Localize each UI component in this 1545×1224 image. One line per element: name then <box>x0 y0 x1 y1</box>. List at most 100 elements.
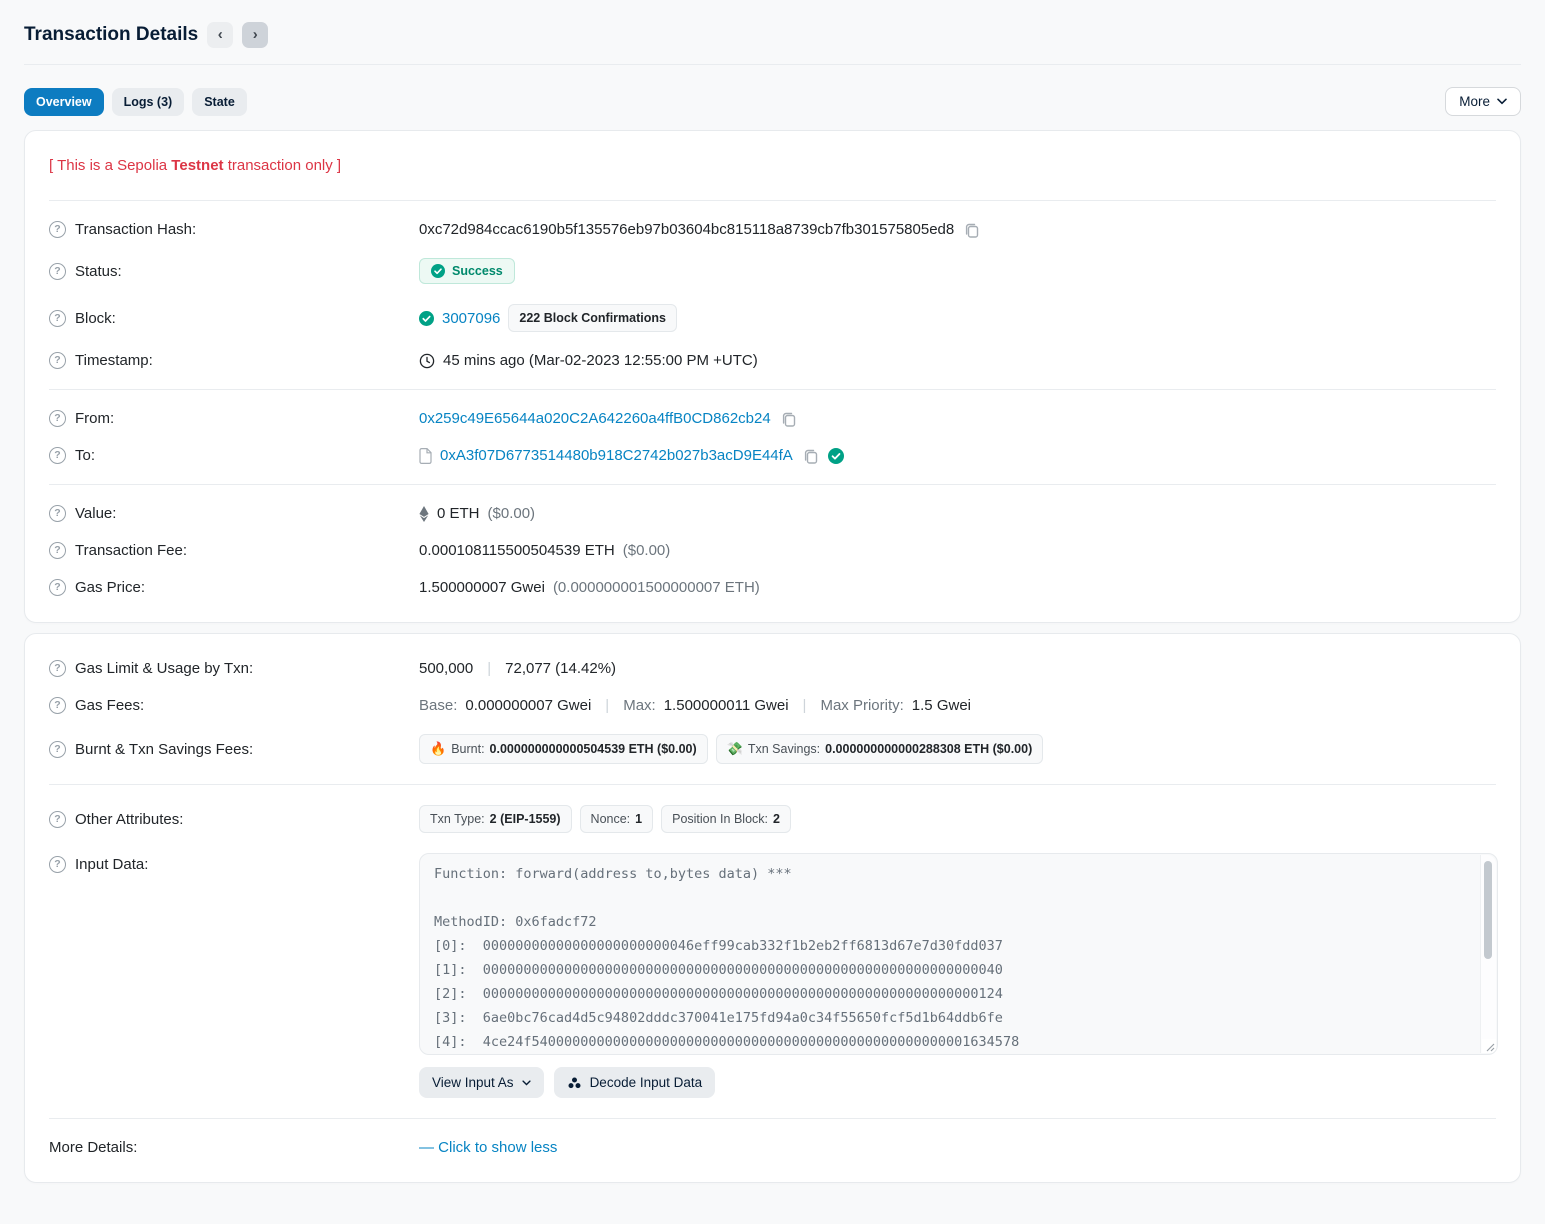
help-icon[interactable]: ? <box>49 811 66 828</box>
tabs-row: Overview Logs (3) State More <box>24 87 1521 116</box>
gas-price-eth: (0.000000001500000007 ETH) <box>553 579 760 596</box>
resize-handle-icon[interactable] <box>1482 1039 1496 1053</box>
copy-icon <box>964 222 979 238</box>
burnt-fees-label: Burnt & Txn Savings Fees: <box>75 741 253 758</box>
gas-fees-row: ? Gas Fees: Base: 0.000000007 Gwei | Max… <box>49 687 1496 724</box>
burnt-fees-row: ? Burnt & Txn Savings Fees: 🔥 Burnt: 0.0… <box>49 724 1496 774</box>
to-label-group: ? To: <box>49 447 419 464</box>
block-label-group: ? Block: <box>49 310 419 327</box>
block-row: ? Block: 3007096 222 Block Confirmations <box>49 294 1496 342</box>
timestamp-label: Timestamp: <box>75 352 153 369</box>
transaction-fee-row: ? Transaction Fee: 0.000108115500504539 … <box>49 532 1496 569</box>
check-circle-icon <box>431 264 445 278</box>
transaction-hash-value: 0xc72d984ccac6190b5f135576eb97b03604bc81… <box>419 221 954 238</box>
to-address-link[interactable]: 0xA3f07D6773514480b918C2742b027b3acD9E44… <box>440 447 793 464</box>
show-less-link[interactable]: — Click to show less <box>419 1139 557 1156</box>
input-data-actions: View Input As Decode Input Data <box>419 1067 1498 1098</box>
gas-limit-label: Gas Limit & Usage by Txn: <box>75 660 253 677</box>
copy-icon <box>803 448 818 464</box>
help-icon[interactable]: ? <box>49 741 66 758</box>
tab-state[interactable]: State <box>192 88 247 116</box>
status-label-group: ? Status: <box>49 263 419 280</box>
from-address-link[interactable]: 0x259c49E65644a020C2A642260a4ffB0CD862cb… <box>419 410 771 427</box>
divider <box>49 200 1496 201</box>
prev-transaction-button[interactable]: ‹ <box>207 22 233 48</box>
help-icon[interactable]: ? <box>49 856 66 873</box>
input-data-content: Function: forward(address to,bytes data)… <box>420 854 1497 1055</box>
help-icon[interactable]: ? <box>49 542 66 559</box>
help-icon[interactable]: ? <box>49 505 66 522</box>
gas-fees-label-group: ? Gas Fees: <box>49 697 419 714</box>
divider <box>49 389 1496 390</box>
txn-savings-badge: 💸 Txn Savings: 0.000000000000288308 ETH … <box>716 734 1044 764</box>
transaction-fee-amount: 0.000108115500504539 ETH <box>419 542 615 559</box>
transaction-fee-usd: ($0.00) <box>623 542 671 559</box>
status-badge: Success <box>419 258 515 284</box>
contract-file-icon <box>419 448 432 464</box>
block-label: Block: <box>75 310 116 327</box>
tab-logs[interactable]: Logs (3) <box>112 88 185 116</box>
fire-icon: 🔥 <box>430 741 446 757</box>
help-icon[interactable]: ? <box>49 352 66 369</box>
transaction-hash-label: Transaction Hash: <box>75 221 196 238</box>
status-row: ? Status: Success <box>49 248 1496 294</box>
copy-hash-button[interactable] <box>962 222 981 238</box>
position-in-block-badge: Position In Block: 2 <box>661 805 791 833</box>
help-icon[interactable]: ? <box>49 410 66 427</box>
gas-limit-label-group: ? Gas Limit & Usage by Txn: <box>49 660 419 677</box>
block-number-link[interactable]: 3007096 <box>442 310 500 327</box>
block-confirmations-badge: 222 Block Confirmations <box>508 304 677 332</box>
details-card: ? Gas Limit & Usage by Txn: 500,000 | 72… <box>24 633 1521 1183</box>
copy-from-address-button[interactable] <box>779 411 798 427</box>
to-label: To: <box>75 447 95 464</box>
scrollbar-track[interactable] <box>1480 855 1496 1053</box>
copy-icon <box>781 411 796 427</box>
help-icon[interactable]: ? <box>49 221 66 238</box>
view-input-as-button[interactable]: View Input As <box>419 1067 544 1098</box>
help-icon[interactable]: ? <box>49 310 66 327</box>
value-amount: 0 ETH <box>437 505 480 522</box>
max-priority-fee-label: Max Priority: <box>820 697 903 714</box>
other-attributes-row: ? Other Attributes: Txn Type: 2 (EIP-155… <box>49 795 1496 843</box>
transaction-hash-row: ? Transaction Hash: 0xc72d984ccac6190b5f… <box>49 211 1496 248</box>
tab-overview[interactable]: Overview <box>24 88 104 116</box>
more-label: More <box>1459 94 1490 109</box>
burnt-fees-label-group: ? Burnt & Txn Savings Fees: <box>49 741 419 758</box>
help-icon[interactable]: ? <box>49 579 66 596</box>
input-data-textarea[interactable]: Function: forward(address to,bytes data)… <box>419 853 1498 1055</box>
max-fee-label: Max: <box>623 697 656 714</box>
verified-check-icon <box>828 448 844 464</box>
from-row: ? From: 0x259c49E65644a020C2A642260a4ffB… <box>49 400 1496 437</box>
testnet-notice: [ This is a Sepolia Testnet transaction … <box>49 147 1496 190</box>
decode-icon <box>567 1076 582 1090</box>
copy-to-address-button[interactable] <box>801 448 820 464</box>
value-row: ? Value: 0 ETH ($0.00) <box>49 495 1496 532</box>
to-row: ? To: 0xA3f07D6773514480b918C2742b027b3a… <box>49 437 1496 474</box>
overview-card: [ This is a Sepolia Testnet transaction … <box>24 130 1521 623</box>
max-priority-fee-value: 1.5 Gwei <box>912 697 971 714</box>
status-label: Status: <box>75 263 122 280</box>
transaction-fee-label-group: ? Transaction Fee: <box>49 542 419 559</box>
timestamp-label-group: ? Timestamp: <box>49 352 419 369</box>
help-icon[interactable]: ? <box>49 697 66 714</box>
value-label: Value: <box>75 505 116 522</box>
check-circle-icon <box>419 311 434 326</box>
value-label-group: ? Value: <box>49 505 419 522</box>
help-icon[interactable]: ? <box>49 263 66 280</box>
other-attributes-label-group: ? Other Attributes: <box>49 811 419 828</box>
chevron-down-icon <box>1497 98 1507 105</box>
more-dropdown-button[interactable]: More <box>1445 87 1521 116</box>
gas-fees-label: Gas Fees: <box>75 697 144 714</box>
help-icon[interactable]: ? <box>49 447 66 464</box>
chevron-down-icon <box>522 1080 531 1086</box>
more-details-row: More Details: — Click to show less <box>49 1129 1496 1166</box>
input-data-row: ? Input Data: Function: forward(address … <box>49 843 1496 1108</box>
next-transaction-button[interactable]: › <box>242 22 268 48</box>
gas-price-row: ? Gas Price: 1.500000007 Gwei (0.0000000… <box>49 569 1496 606</box>
decode-input-data-button[interactable]: Decode Input Data <box>554 1067 716 1098</box>
gas-price-label: Gas Price: <box>75 579 145 596</box>
scrollbar-thumb[interactable] <box>1484 861 1492 959</box>
more-details-label: More Details: <box>49 1139 137 1156</box>
transaction-fee-label: Transaction Fee: <box>75 542 187 559</box>
help-icon[interactable]: ? <box>49 660 66 677</box>
